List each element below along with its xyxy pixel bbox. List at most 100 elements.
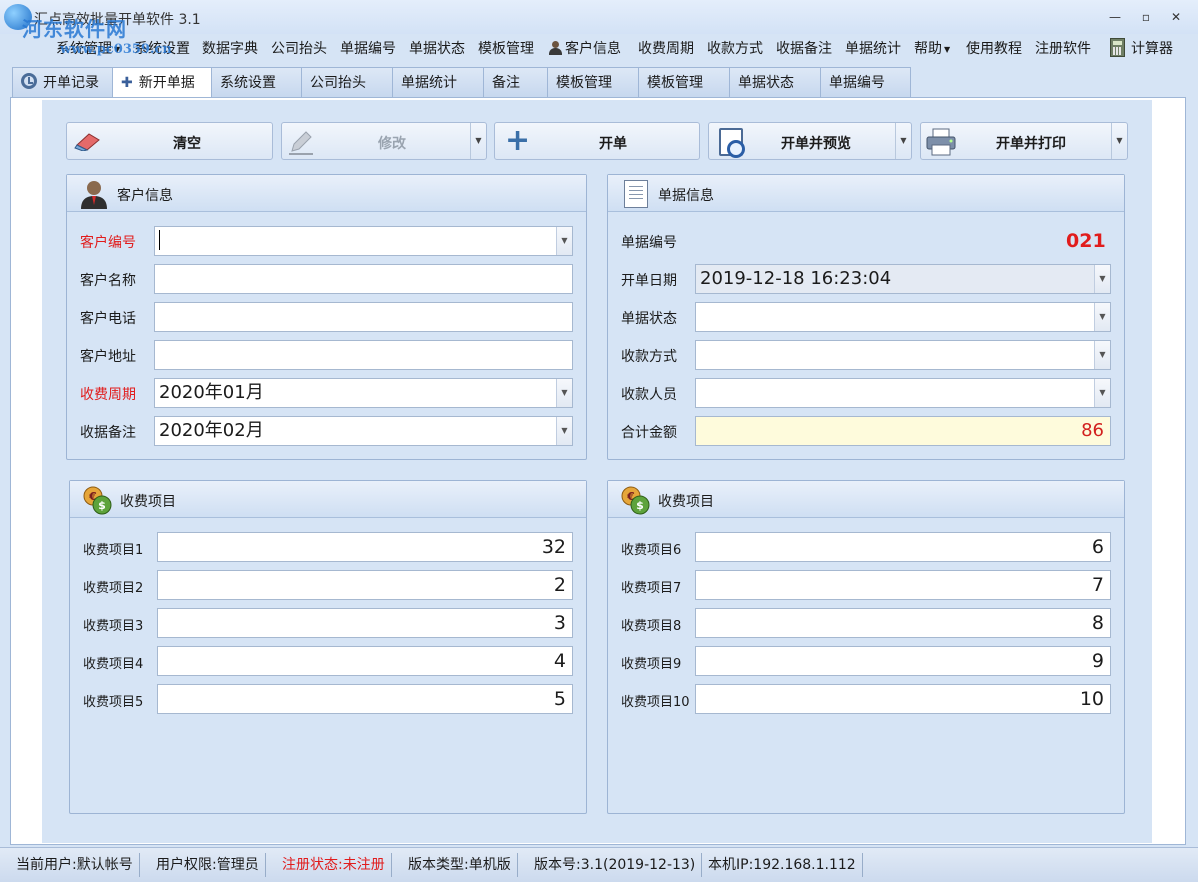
menu-bill-number[interactable]: 单据编号	[340, 38, 396, 58]
menu-fee-cycle[interactable]: 收费周期	[638, 38, 694, 58]
menu-bar: 系统管理 ▼ 系统设置 数据字典 公司抬头 单据编号 单据状态 模板管理 客户信息…	[0, 34, 1198, 62]
group-header: 单据信息	[608, 175, 1124, 212]
fee-item-7-input[interactable]: 7	[695, 570, 1111, 600]
customer-address-input[interactable]	[154, 340, 573, 370]
menu-bill-stats[interactable]: 单据统计	[845, 38, 901, 58]
chevron-down-icon[interactable]: ▼	[1111, 123, 1127, 159]
menu-customer-info[interactable]: 客户信息	[549, 38, 621, 58]
fee-item-2-input[interactable]: 2	[157, 570, 573, 600]
modify-button[interactable]: 修改 ▼	[281, 122, 487, 160]
bill-number-value: 021	[1066, 230, 1106, 252]
customer-name-input[interactable]	[154, 264, 573, 294]
fee-item-5-input[interactable]: 5	[157, 684, 573, 714]
status-version: 版本号:3.1(2019-12-13)	[528, 853, 703, 877]
svg-text:$: $	[636, 499, 644, 512]
chevron-down-icon[interactable]: ▼	[1094, 303, 1110, 331]
user-icon	[81, 181, 107, 209]
menu-data-dictionary[interactable]: 数据字典	[202, 38, 258, 58]
fee-item-9-input[interactable]: 9	[695, 646, 1111, 676]
customer-phone-input[interactable]	[154, 302, 573, 332]
tab-template-manage-2[interactable]: 模板管理	[638, 67, 730, 98]
tab-bill-records[interactable]: 开单记录	[12, 67, 113, 98]
payment-method-combo[interactable]: ▼	[695, 340, 1111, 370]
open-preview-button[interactable]: 开单并预览 ▼	[708, 122, 912, 160]
bill-date-label: 开单日期	[621, 273, 677, 289]
fee-item-8-input[interactable]: 8	[695, 608, 1111, 638]
bill-date-picker[interactable]: 2019-12-18 16:23:04 ▼	[695, 264, 1111, 294]
customer-address-label: 客户地址	[80, 349, 136, 365]
chevron-down-icon[interactable]: ▼	[895, 123, 911, 159]
chevron-down-icon[interactable]: ▼	[556, 417, 572, 445]
menu-payment-method[interactable]: 收款方式	[707, 38, 763, 58]
fee-item-3-input[interactable]: 3	[157, 608, 573, 638]
clear-button[interactable]: 清空	[66, 122, 273, 160]
minimize-button[interactable]: —	[1105, 8, 1125, 26]
coins-icon: € $	[83, 486, 112, 515]
menu-register[interactable]: 注册软件	[1035, 38, 1091, 58]
chevron-down-icon[interactable]: ▼	[556, 227, 572, 255]
plus-icon: +	[505, 123, 531, 158]
fee-item-4-input[interactable]: 4	[157, 646, 573, 676]
chevron-down-icon[interactable]: ▼	[1094, 379, 1110, 407]
fee-item-10-input[interactable]: 10	[695, 684, 1111, 714]
fee-item-6-input[interactable]: 6	[695, 532, 1111, 562]
pencil-icon	[289, 131, 313, 155]
open-print-button[interactable]: 开单并打印 ▼	[920, 122, 1128, 160]
fee-item-7-label: 收费项目7	[621, 581, 682, 596]
fee-cycle-label: 收费周期	[80, 387, 136, 403]
tab-note[interactable]: 备注	[483, 67, 548, 98]
fee-item-1-label: 收费项目1	[83, 543, 144, 558]
customer-id-label: 客户编号	[80, 235, 136, 251]
menu-calculator[interactable]: 计算器	[1110, 38, 1173, 58]
status-current-user: 当前用户:默认帐号	[10, 853, 140, 877]
close-button[interactable]: ✕	[1166, 8, 1186, 26]
tab-template-manage-1[interactable]: 模板管理	[547, 67, 639, 98]
menu-template-manage[interactable]: 模板管理	[478, 38, 534, 58]
tab-bill-status[interactable]: 单据状态	[729, 67, 821, 98]
chevron-down-icon[interactable]: ▼	[1094, 341, 1110, 369]
chevron-down-icon[interactable]: ▼	[556, 379, 572, 407]
chevron-down-icon[interactable]: ▼	[470, 123, 486, 159]
svg-text:$: $	[98, 499, 106, 512]
menu-tutorial[interactable]: 使用教程	[966, 38, 1022, 58]
calculator-icon	[1110, 38, 1125, 57]
status-registration: 注册状态:未注册	[276, 853, 392, 877]
preview-icon	[719, 128, 745, 158]
fee-item-3-label: 收费项目3	[83, 619, 144, 634]
fee-item-8-label: 收费项目8	[621, 619, 682, 634]
total-amount-field: 86	[695, 416, 1111, 446]
fee-cycle-combo[interactable]: 2020年01月 ▼	[154, 378, 573, 408]
status-permission: 用户权限:管理员	[150, 853, 266, 877]
receipt-note-combo[interactable]: 2020年02月 ▼	[154, 416, 573, 446]
tab-system-settings[interactable]: 系统设置	[211, 67, 302, 98]
open-bill-button[interactable]: + 开单	[494, 122, 700, 160]
menu-help[interactable]: 帮助 ▼	[914, 38, 950, 58]
tab-new-bill[interactable]: ✚ 新开单据	[112, 67, 212, 99]
group-header: 客户信息	[67, 175, 586, 212]
payment-method-label: 收款方式	[621, 349, 677, 365]
chevron-down-icon: ▼	[944, 44, 951, 54]
fee-item-10-label: 收费项目10	[621, 695, 690, 710]
total-amount-label: 合计金额	[621, 425, 677, 441]
plus-icon: ✚	[121, 75, 133, 91]
customer-id-combo[interactable]: ▼	[154, 226, 573, 256]
menu-company-header[interactable]: 公司抬头	[271, 38, 327, 58]
status-version-type: 版本类型:单机版	[402, 853, 518, 877]
fee-item-1-input[interactable]: 32	[157, 532, 573, 562]
fee-item-5-label: 收费项目5	[83, 695, 144, 710]
coins-icon: € $	[621, 486, 650, 515]
chevron-down-icon[interactable]: ▼	[1094, 265, 1110, 293]
payee-combo[interactable]: ▼	[695, 378, 1111, 408]
bill-status-label: 单据状态	[621, 311, 677, 327]
menu-bill-status[interactable]: 单据状态	[409, 38, 465, 58]
menu-receipt-note[interactable]: 收据备注	[776, 38, 832, 58]
customer-name-label: 客户名称	[80, 273, 136, 289]
bill-status-combo[interactable]: ▼	[695, 302, 1111, 332]
fee-item-4-label: 收费项目4	[83, 657, 144, 672]
tab-bill-stats[interactable]: 单据统计	[392, 67, 484, 98]
tab-bill-number[interactable]: 单据编号	[820, 67, 911, 98]
watermark-url: www.pc0359.cn	[60, 42, 172, 57]
maximize-button[interactable]: ▫	[1136, 8, 1156, 26]
tab-company-header[interactable]: 公司抬头	[301, 67, 393, 98]
person-icon	[549, 41, 562, 55]
